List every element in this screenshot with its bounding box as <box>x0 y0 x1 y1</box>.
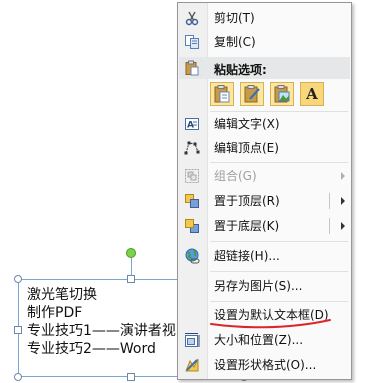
red-underline-annotation <box>210 319 331 329</box>
